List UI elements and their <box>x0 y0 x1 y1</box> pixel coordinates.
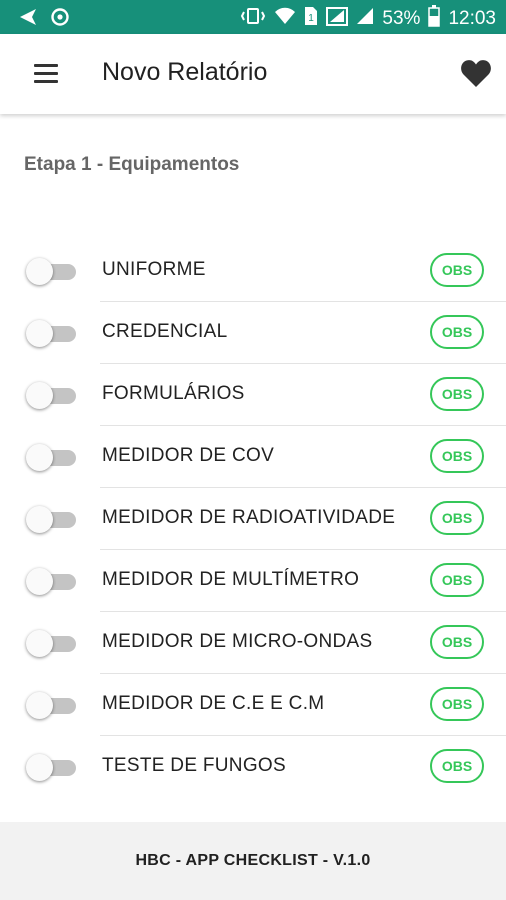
item-toggle-switch[interactable] <box>26 382 76 409</box>
heart-icon[interactable] <box>460 58 492 88</box>
obs-button[interactable]: OBS <box>430 625 484 659</box>
obs-button[interactable]: OBS <box>430 439 484 473</box>
signal-icon <box>356 7 374 31</box>
back-arrow-icon <box>18 8 38 31</box>
obs-button[interactable]: OBS <box>430 377 484 411</box>
obs-button[interactable]: OBS <box>430 501 484 535</box>
battery-percent: 53% <box>382 8 421 29</box>
sim-icon: 1 <box>304 6 318 32</box>
item-label: TESTE DE FUNGOS <box>102 755 286 776</box>
status-bar: 1 53% 12:03 <box>0 0 506 34</box>
item-toggle-switch[interactable] <box>26 444 76 471</box>
item-label: MEDIDOR DE RADIOATIVIDADE <box>102 507 396 528</box>
obs-button[interactable]: OBS <box>430 315 484 349</box>
list-item: MEDIDOR DE COV OBS <box>0 426 506 488</box>
obs-button[interactable]: OBS <box>430 687 484 721</box>
sync-icon <box>50 7 70 32</box>
section-title: Etapa 1 - Equipamentos <box>24 154 240 175</box>
battery-icon <box>428 5 441 33</box>
signal-icon <box>326 6 349 32</box>
item-toggle-switch[interactable] <box>26 320 76 347</box>
list-item: CREDENCIAL OBS <box>0 302 506 364</box>
item-label: MEDIDOR DE MULTÍMETRO <box>102 569 360 590</box>
checklist: UNIFORME OBS CREDENCIAL OBS FORMULÁRIOS … <box>0 240 506 798</box>
item-toggle-switch[interactable] <box>26 568 76 595</box>
list-item: TESTE DE FUNGOS OBS <box>0 736 506 798</box>
item-toggle-switch[interactable] <box>26 630 76 657</box>
obs-button[interactable]: OBS <box>430 563 484 597</box>
item-label: UNIFORME <box>102 259 206 280</box>
item-toggle-switch[interactable] <box>26 258 76 285</box>
item-toggle-switch[interactable] <box>26 754 76 781</box>
item-label: MEDIDOR DE MICRO-ONDAS <box>102 631 373 652</box>
item-label: MEDIDOR DE C.E E C.M <box>102 693 325 714</box>
status-time: 12:03 <box>448 8 496 29</box>
list-item: MEDIDOR DE RADIOATIVIDADE OBS <box>0 488 506 550</box>
list-item: FORMULÁRIOS OBS <box>0 364 506 426</box>
item-label: CREDENCIAL <box>102 321 228 342</box>
item-toggle-switch[interactable] <box>26 692 76 719</box>
app-bar: Novo Relatório <box>0 34 506 114</box>
item-label: FORMULÁRIOS <box>102 383 245 404</box>
svg-text:1: 1 <box>309 13 315 24</box>
list-item: MEDIDOR DE MICRO-ONDAS OBS <box>0 612 506 674</box>
item-label: MEDIDOR DE COV <box>102 445 275 466</box>
obs-button[interactable]: OBS <box>430 749 484 783</box>
footer: HBC - APP CHECKLIST - V.1.0 <box>0 822 506 900</box>
hamburger-menu-icon[interactable] <box>34 64 58 84</box>
footer-text: HBC - APP CHECKLIST - V.1.0 <box>135 852 371 869</box>
vibrate-icon <box>240 7 266 31</box>
obs-button[interactable]: OBS <box>430 253 484 287</box>
item-toggle-switch[interactable] <box>26 506 76 533</box>
list-item: UNIFORME OBS <box>0 240 506 302</box>
list-item: MEDIDOR DE C.E E C.M OBS <box>0 674 506 736</box>
wifi-icon <box>274 7 296 31</box>
list-item: MEDIDOR DE MULTÍMETRO OBS <box>0 550 506 612</box>
page-title: Novo Relatório <box>102 58 268 86</box>
